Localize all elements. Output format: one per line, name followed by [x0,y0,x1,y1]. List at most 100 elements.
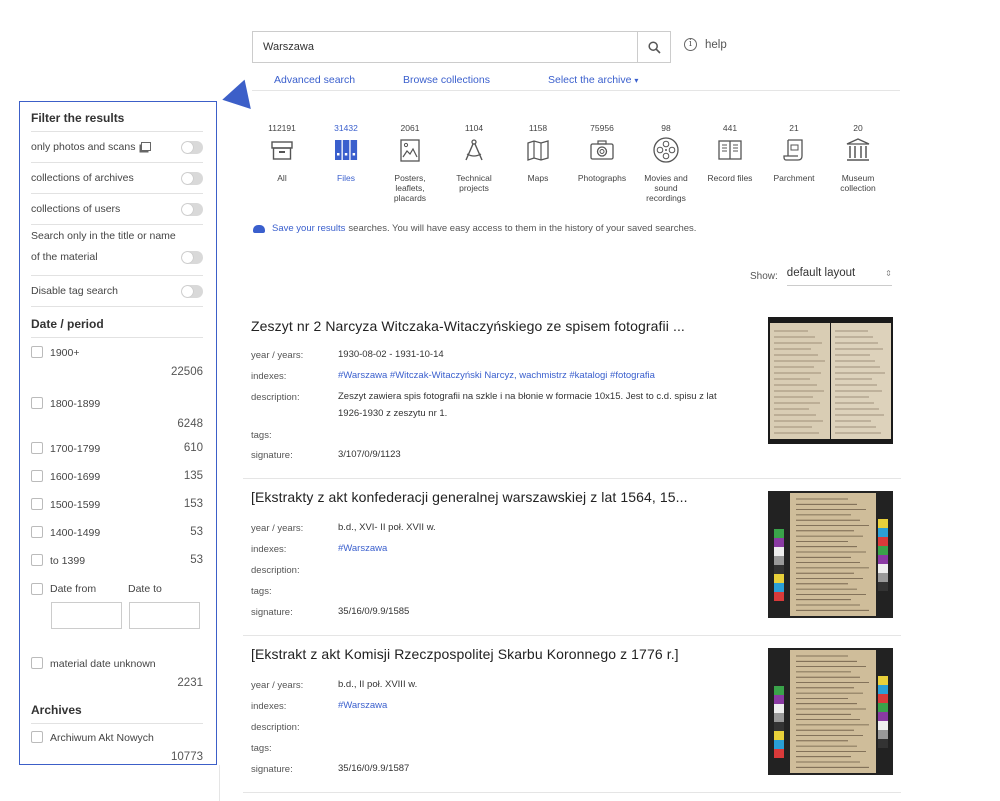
pointer-arrow [219,79,251,115]
result-title[interactable]: Zeszyt nr 2 Narcyza Witczaka-Witaczyński… [251,318,685,334]
period-filter-item[interactable]: 1600-1699 135 [31,463,203,491]
period-filter-item[interactable]: 1900+ 22506 [31,338,203,390]
layout-dropdown[interactable]: default layout [786,267,892,286]
field-label-signature: signature: [251,450,293,461]
category-label: Files [337,173,355,183]
map-icon [508,135,568,165]
museum-icon [828,135,888,165]
category-label: Posters, leaflets, placards [393,173,427,203]
toggle-collections-archives[interactable]: collections of archives [31,163,203,194]
box-icon [252,135,312,165]
category-count: 20 [853,123,863,133]
caret-down-icon: ▾ [634,76,639,85]
result-signature: 35/16/0/9.9/1585 [338,606,410,617]
checkbox[interactable] [31,498,43,510]
date-unknown-filter[interactable]: material date unknown 2231 [31,657,203,697]
category-label: Parchment [773,173,815,183]
toggle-switch[interactable] [181,284,203,298]
date-range: Date from Date to [31,583,203,653]
browse-collections-link[interactable]: Browse collections [403,74,490,86]
toggle-collections-users[interactable]: collections of users [31,194,203,225]
category-parchment[interactable]: 21 Parchment [764,123,824,183]
result-title[interactable]: [Ekstrakty z akt konfederacji generalnej… [251,489,688,505]
field-label-tags: tags: [251,586,272,597]
category-all[interactable]: 112191 All [252,123,312,183]
field-label-description: description: [251,392,300,403]
search-input[interactable]: Warszawa [252,31,638,63]
checkbox[interactable] [31,346,43,358]
field-label-years: year / years: [251,350,304,361]
category-label: Record files [707,173,753,183]
filter-title: Filter the results [31,106,203,132]
toggle-disable-tag-search[interactable]: Disable tag search [31,276,203,307]
date-period-heading: Date / period [31,307,203,338]
result-thumbnail[interactable] [768,491,893,618]
film-reel-icon [636,135,696,165]
category-movies[interactable]: 98 Movies and sound recordings [636,123,696,203]
search-result: Zeszyt nr 2 Narcyza Witczaka-Witaczyński… [243,303,901,479]
category-label: Movies and sound recordings [644,173,688,203]
period-filter-item[interactable]: 1400-1499 53 [31,519,203,547]
checkbox[interactable] [31,657,43,669]
field-label-indexes: indexes: [251,701,287,712]
category-photographs[interactable]: 75956 Photographs [572,123,632,183]
period-count: 610 [183,442,203,454]
select-archive-dropdown[interactable]: Select the archive ▾ [548,74,638,86]
save-results-link[interactable]: Save your results [272,223,345,234]
result-description: Zeszyt zawiera spis fotografii na szkle … [338,391,717,419]
period-filter-item[interactable]: 1700-1799 610 [31,435,203,463]
advanced-search-link[interactable]: Advanced search [274,74,355,86]
category-label: All [277,173,287,183]
toggle-switch[interactable] [181,171,203,185]
archives-heading: Archives [31,697,203,724]
category-label: Technical projects [456,173,492,193]
checkbox[interactable] [31,731,43,743]
result-indexes[interactable]: #Warszawa #Witczak-Witaczyński Narcyz, w… [338,367,655,384]
field-label-description: description: [251,565,300,576]
period-filter-item[interactable]: 1500-1599 153 [31,491,203,519]
checkbox[interactable] [31,554,43,566]
date-to-input[interactable] [129,602,200,629]
category-count: 112191 [268,123,296,133]
category-technical[interactable]: 1104 Technical projects [444,123,504,193]
period-count: 135 [183,470,203,482]
category-posters[interactable]: 2061 Posters, leaflets, placards [380,123,440,203]
result-thumbnail[interactable] [768,648,893,775]
info-icon: i [684,38,697,51]
category-label: Maps [527,173,549,183]
result-thumbnail[interactable] [768,317,893,444]
period-filter-item[interactable]: 1800-1899 6248 [31,390,203,435]
result-indexes[interactable]: #Warszawa [338,697,387,714]
category-maps[interactable]: 1158 Maps [508,123,568,183]
period-filter-item[interactable]: to 1399 53 [31,547,203,575]
category-count: 441 [722,123,738,133]
compass-icon [444,135,504,165]
category-count: 31432 [334,123,358,133]
field-label-years: year / years: [251,680,304,691]
archive-filter-item[interactable]: Archiwum Akt Nowych 10773 [31,731,203,764]
result-title[interactable]: [Ekstrakt z akt Komisji Rzeczpospolitej … [251,646,679,662]
category-count: 21 [789,123,799,133]
search-button[interactable] [637,31,671,63]
category-museum[interactable]: 20 Museum collection [828,123,888,193]
field-label-years: year / years: [251,523,304,534]
date-range-checkbox[interactable] [31,583,43,595]
search-icon [647,40,661,54]
toggle-photos-scans[interactable]: only photos and scans [31,132,203,163]
category-record[interactable]: 441 Record files [700,123,760,183]
checkbox[interactable] [31,442,43,454]
poster-icon [380,135,440,165]
help-link[interactable]: i help [684,38,727,51]
checkbox[interactable] [31,526,43,538]
checkbox[interactable] [31,470,43,482]
date-from-input[interactable] [51,602,122,629]
toggle-switch[interactable] [181,251,203,264]
category-files[interactable]: 31432 Files [316,123,376,183]
toggle-switch[interactable] [181,140,203,154]
result-indexes[interactable]: #Warszawa [338,540,387,557]
toggle-search-title[interactable]: Search only in the title or name of the … [31,225,203,276]
toggle-switch[interactable] [181,202,203,216]
checkbox[interactable] [31,397,43,409]
layout-select: Show: default layout [750,267,892,286]
field-label-tags: tags: [251,743,272,754]
